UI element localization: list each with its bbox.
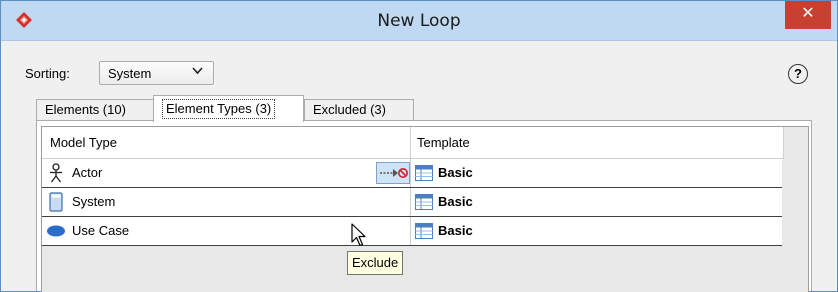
column-divider: [410, 188, 411, 216]
chevron-down-icon: [192, 67, 203, 78]
actor-icon: [50, 163, 62, 183]
model-type-table: Model Type Template Actor Basic System B…: [41, 126, 809, 292]
dialog-content: Sorting: System ? Elements (10) Element …: [2, 42, 836, 292]
column-divider: [410, 159, 411, 187]
template-label[interactable]: Basic: [438, 165, 473, 180]
table-row[interactable]: Use Case Basic: [42, 217, 782, 246]
column-header-template[interactable]: Template: [417, 135, 470, 150]
sorting-selected-value: System: [108, 66, 152, 81]
window-title: New Loop: [377, 11, 461, 31]
template-label[interactable]: Basic: [438, 194, 473, 209]
column-header-model-type[interactable]: Model Type: [50, 135, 117, 150]
column-divider[interactable]: [410, 127, 411, 159]
template-table-icon: [415, 165, 433, 181]
model-type-label: Actor: [72, 165, 103, 180]
new-loop-dialog: New Loop ✕ Sorting: System ? Elements (1…: [0, 0, 838, 292]
mouse-pointer-icon: [351, 223, 366, 247]
close-button[interactable]: ✕: [785, 1, 831, 29]
column-divider: [410, 217, 411, 245]
title-bar[interactable]: New Loop ✕: [1, 1, 837, 41]
exclude-tooltip: Exclude: [347, 251, 404, 275]
tab-element-types-label: Element Types (3): [162, 99, 276, 119]
tab-element-types[interactable]: Element Types (3): [153, 95, 304, 122]
table-row[interactable]: Actor Basic: [42, 159, 782, 188]
template-table-icon: [415, 194, 433, 210]
table-row[interactable]: System Basic: [42, 188, 782, 217]
sorting-label: Sorting:: [25, 66, 70, 81]
tab-panel: Model Type Template Actor Basic System B…: [36, 120, 812, 292]
model-type-label: Use Case: [72, 223, 130, 238]
help-icon[interactable]: ?: [788, 64, 808, 84]
use-case-icon: [47, 225, 65, 237]
table-header: Model Type Template: [42, 127, 808, 159]
sorting-dropdown[interactable]: System: [99, 61, 214, 85]
tab-elements[interactable]: Elements (10): [36, 99, 154, 121]
exclude-button[interactable]: [376, 162, 410, 184]
exclude-arrow-icon: [380, 168, 408, 178]
template-label[interactable]: Basic: [438, 223, 473, 238]
model-type-label: System: [72, 194, 116, 209]
template-table-icon: [415, 223, 433, 239]
tab-excluded[interactable]: Excluded (3): [304, 99, 414, 121]
header-filler: [783, 127, 808, 159]
system-icon: [49, 192, 63, 212]
